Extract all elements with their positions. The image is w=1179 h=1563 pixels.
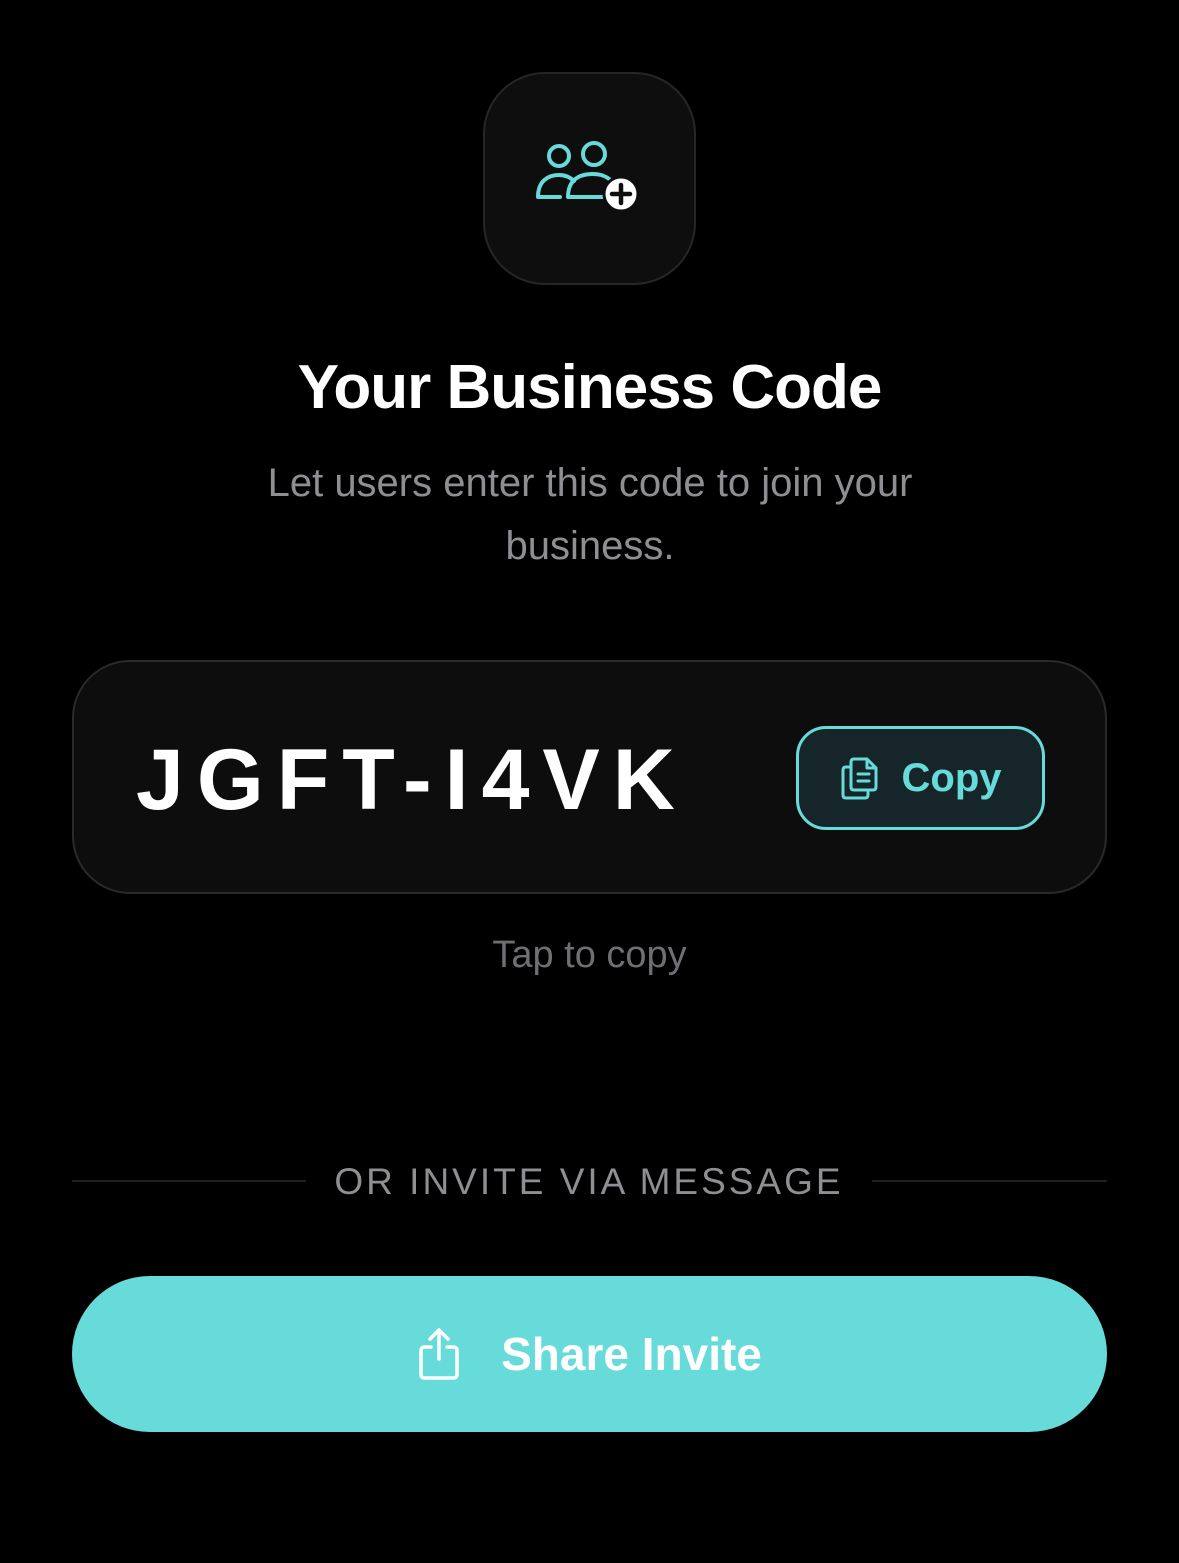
- copy-icon: [841, 757, 877, 800]
- divider-line-right: [872, 1180, 1107, 1182]
- divider-line-left: [72, 1180, 306, 1182]
- business-code[interactable]: JGFT-I4VK: [136, 730, 688, 830]
- page-subtitle: Let users enter this code to join your b…: [267, 461, 913, 568]
- share-invite-label: Share Invite: [501, 1328, 762, 1380]
- copy-button[interactable]: Copy: [796, 726, 1045, 830]
- tap-to-copy-hint: Tap to copy: [492, 934, 687, 976]
- share-invite-button[interactable]: Share Invite: [72, 1276, 1107, 1432]
- page-title: Your Business Code: [297, 353, 883, 422]
- business-icon-tile: [483, 72, 696, 285]
- business-code-card[interactable]: JGFT-I4VK Copy: [72, 660, 1107, 894]
- divider-label: OR INVITE VIA MESSAGE: [334, 1161, 844, 1202]
- copy-button-label: Copy: [901, 755, 1002, 800]
- share-icon: [419, 1328, 459, 1380]
- add-users-icon: [535, 140, 639, 212]
